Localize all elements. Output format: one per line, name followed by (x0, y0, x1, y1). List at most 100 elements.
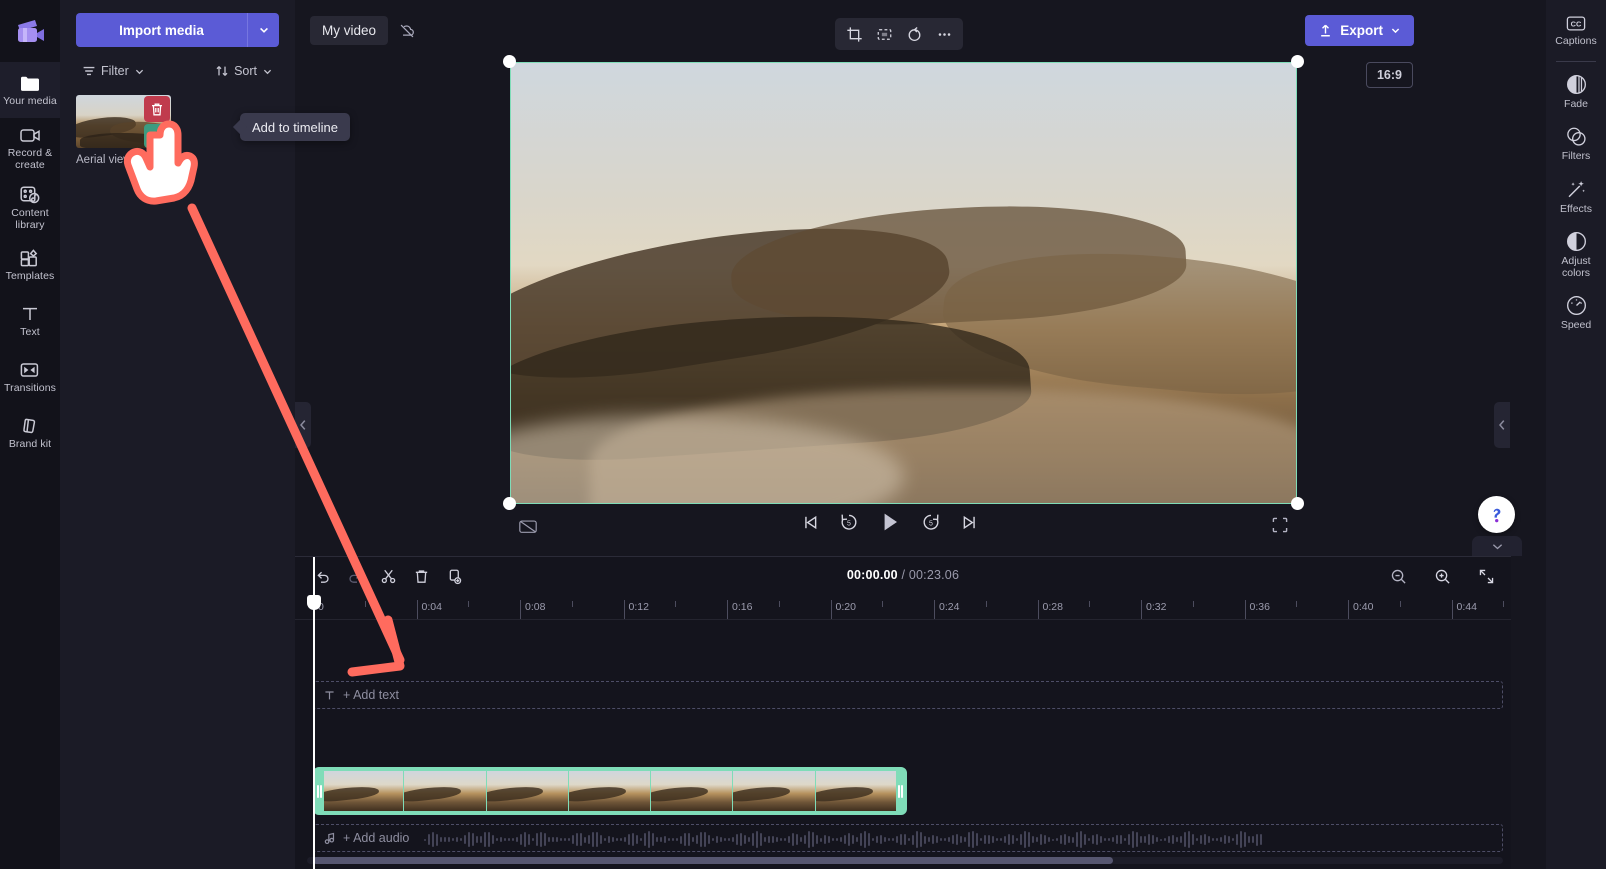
collapse-preview-panel-button[interactable] (1472, 536, 1522, 556)
waveform-bar (1212, 838, 1214, 841)
cloud-off-button[interactable] (394, 18, 420, 44)
skip-to-end-button[interactable] (960, 513, 979, 532)
adjust-colors-icon (1565, 230, 1588, 253)
crop-button[interactable] (840, 21, 868, 47)
import-media-button[interactable]: Import media (76, 13, 247, 47)
zoom-in-button[interactable] (1427, 562, 1457, 590)
more-button[interactable] (930, 21, 958, 47)
resize-handle-top-right[interactable] (1291, 55, 1304, 68)
undo-button[interactable] (307, 562, 337, 590)
waveform-bar (824, 835, 826, 843)
media-thumbnail[interactable] (76, 95, 171, 148)
aspect-ratio-badge[interactable]: 16:9 (1366, 62, 1413, 88)
split-button[interactable] (373, 562, 403, 590)
forward-5-button[interactable]: 5 (921, 512, 941, 532)
waveform-bar (1096, 834, 1098, 845)
delete-media-button[interactable] (144, 96, 170, 122)
playhead[interactable] (313, 557, 315, 869)
sidebar-item-content-library[interactable]: Content library (0, 177, 60, 237)
cloud-off-icon (398, 22, 416, 40)
waveform-bar (928, 837, 930, 842)
resize-handle-top-left[interactable] (503, 55, 516, 68)
clip-frame (322, 771, 403, 811)
waveform-bar (1040, 834, 1042, 844)
fullscreen-button[interactable] (1268, 514, 1292, 536)
property-item-captions[interactable]: CC Captions (1546, 6, 1606, 55)
waveform-bar (1164, 838, 1166, 841)
delete-button[interactable] (406, 562, 436, 590)
waveform-bar (756, 831, 758, 848)
timeline-scrollbar-thumb[interactable] (313, 857, 1113, 864)
media-card[interactable]: Aerial view of ... (76, 95, 171, 166)
waveform-bar (652, 833, 654, 845)
waveform-bar (668, 838, 670, 842)
property-item-label: Filters (1562, 151, 1591, 163)
waveform-bar (796, 834, 798, 846)
fit-button[interactable] (870, 21, 898, 47)
property-item-effects[interactable]: Effects (1546, 170, 1606, 223)
property-item-adjust-colors[interactable]: Adjust colors (1546, 222, 1606, 286)
sidebar-item-templates[interactable]: Templates (0, 237, 60, 293)
waveform-bar (1076, 832, 1078, 846)
add-to-timeline-button[interactable] (144, 124, 170, 148)
waveform-bar (480, 836, 482, 844)
skip-to-start-button[interactable] (801, 513, 820, 532)
project-title[interactable]: My video (310, 16, 388, 45)
filter-label: Filter (101, 64, 129, 78)
rotate-button[interactable] (900, 21, 928, 47)
playhead-knob[interactable] (307, 595, 321, 610)
property-rail: CC Captions Fade Filters (1546, 0, 1606, 869)
waveform-bar (1152, 835, 1154, 845)
play-button[interactable] (878, 510, 902, 534)
sort-button[interactable]: Sort (209, 59, 279, 83)
waveform-bar (548, 837, 550, 842)
export-button[interactable]: Export (1305, 15, 1414, 46)
video-preview-canvas[interactable] (510, 62, 1297, 504)
waveform-bar (820, 838, 822, 842)
sidebar-item-record-create[interactable]: Record & create (0, 118, 60, 177)
redo-button[interactable] (340, 562, 370, 590)
rewind-5-button[interactable]: 5 (839, 512, 859, 532)
video-clip[interactable] (313, 767, 907, 815)
captions-toggle-button[interactable] (515, 514, 541, 538)
waveform-bar (1068, 836, 1070, 843)
sidebar-item-transitions[interactable]: Transitions (0, 349, 60, 405)
sidebar-item-your-media[interactable]: Your media (0, 62, 60, 118)
play-icon (878, 510, 902, 534)
waveform-bar (1176, 837, 1178, 843)
duplicate-button[interactable] (439, 562, 469, 590)
zoom-out-button[interactable] (1383, 562, 1413, 590)
waveform-bar (1056, 838, 1058, 842)
waveform-bar (960, 836, 962, 843)
collapse-property-panel-button[interactable] (1494, 402, 1510, 448)
resize-handle-bottom-left[interactable] (503, 497, 516, 510)
waveform-bar (784, 838, 786, 841)
trim-handle-left[interactable] (315, 769, 324, 813)
fit-timeline-button[interactable] (1471, 562, 1501, 590)
clipchamp-logo[interactable] (0, 0, 60, 62)
resize-handle-bottom-right[interactable] (1291, 497, 1304, 510)
property-item-fade[interactable]: Fade (1546, 65, 1606, 118)
sidebar-item-brand-kit[interactable]: Brand kit (0, 405, 60, 461)
skip-next-icon (960, 513, 979, 532)
zoom-in-icon (1434, 568, 1451, 585)
ruler-tick: 0:12 (624, 600, 649, 619)
preview-float-toolbar (835, 18, 963, 50)
import-media-dropdown-button[interactable] (247, 13, 279, 47)
timeline-scrollbar[interactable] (307, 857, 1503, 864)
filter-button[interactable]: Filter (76, 59, 151, 83)
property-item-filters[interactable]: Filters (1546, 117, 1606, 170)
help-button[interactable] (1478, 496, 1515, 533)
collapse-media-panel-button[interactable] (295, 402, 311, 448)
waveform-bar (836, 838, 838, 840)
add-text-track[interactable]: + Add text (313, 681, 1503, 709)
waveform-bar (472, 833, 474, 847)
waveform-bar (1240, 831, 1242, 848)
sidebar-item-text[interactable]: Text (0, 293, 60, 349)
timeline-ruler[interactable]: 00:040:080:120:160:200:240:280:320:360:4… (295, 595, 1511, 620)
add-audio-track[interactable]: + Add audio (313, 824, 1503, 852)
trim-handle-right[interactable] (896, 769, 905, 813)
property-item-speed[interactable]: Speed (1546, 286, 1606, 339)
waveform-bar (424, 839, 426, 841)
waveform-bar (688, 833, 690, 845)
